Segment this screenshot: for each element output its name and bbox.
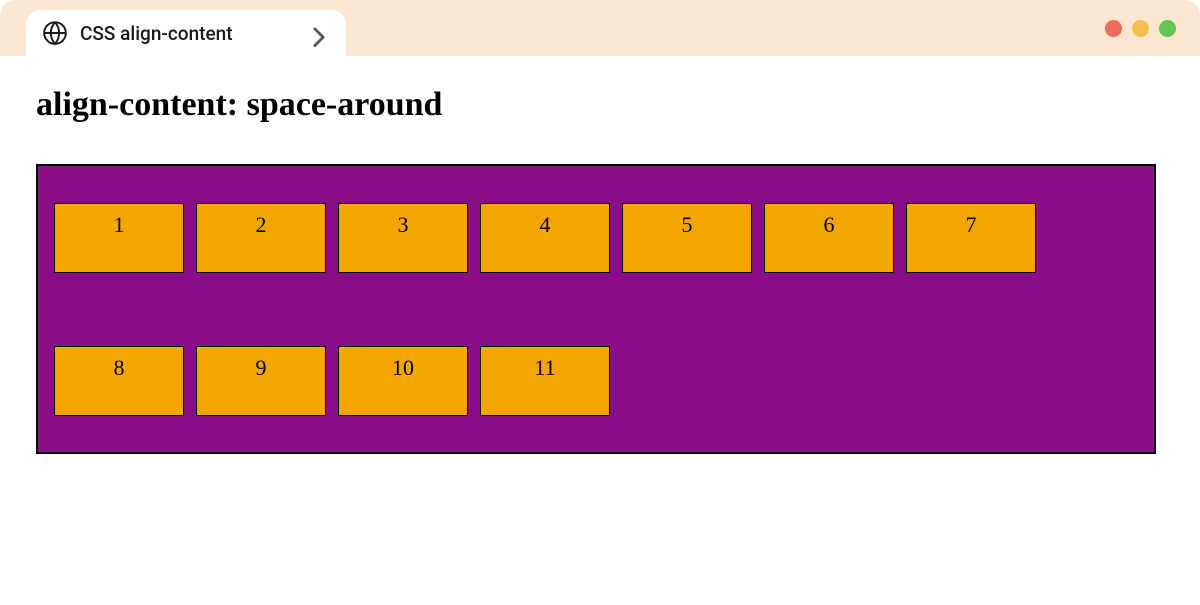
close-window-button[interactable]: [1105, 20, 1122, 37]
minimize-window-button[interactable]: [1132, 20, 1149, 37]
maximize-window-button[interactable]: [1159, 20, 1176, 37]
flex-item: 1: [54, 203, 184, 273]
page-content: align-content: space-around 1 2 3 4 5 6 …: [0, 56, 1200, 484]
browser-tab[interactable]: CSS align-content: [26, 10, 346, 56]
flex-item: 7: [906, 203, 1036, 273]
flex-item: 2: [196, 203, 326, 273]
flex-item: 8: [54, 346, 184, 416]
flex-item: 6: [764, 203, 894, 273]
flex-item: 4: [480, 203, 610, 273]
tab-title: CSS align-content: [80, 22, 300, 45]
flex-item: 3: [338, 203, 468, 273]
globe-icon: [42, 20, 68, 46]
flex-item: 9: [196, 346, 326, 416]
flex-item: 10: [338, 346, 468, 416]
chevron-right-icon: [312, 26, 326, 40]
window-controls: [1105, 20, 1176, 37]
titlebar: CSS align-content: [0, 0, 1200, 56]
flex-item: 5: [622, 203, 752, 273]
page-title: align-content: space-around: [36, 86, 1164, 124]
flex-item: 11: [480, 346, 610, 416]
flex-container: 1 2 3 4 5 6 7 8 9 10 11: [36, 164, 1156, 454]
